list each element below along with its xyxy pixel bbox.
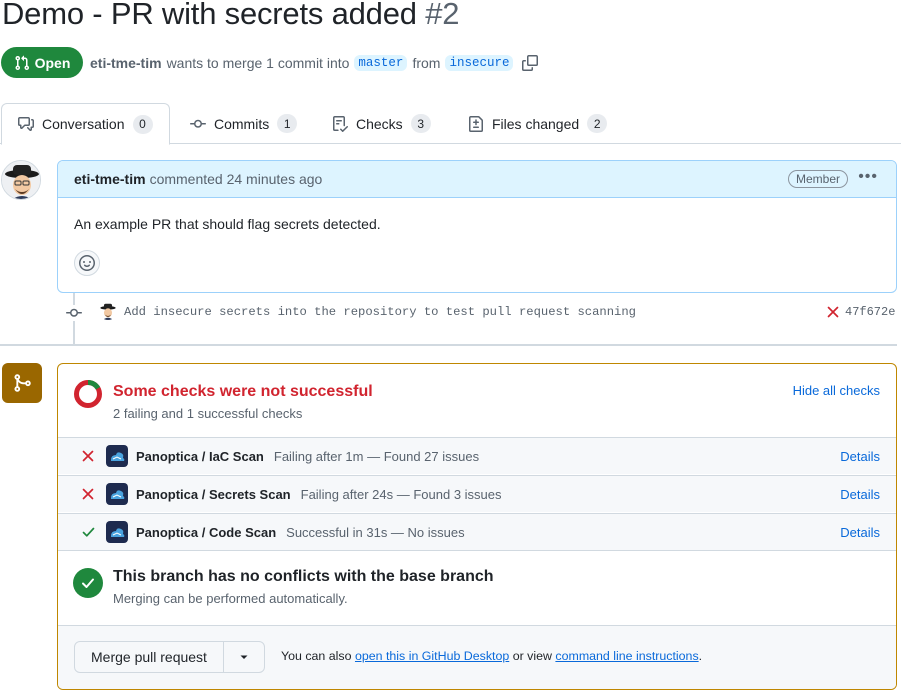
file-diff-icon — [469, 115, 483, 132]
commit-sha-link[interactable]: 47f672e — [845, 305, 895, 319]
comment-body: An example PR that should flag secrets d… — [74, 216, 381, 232]
smiley-icon — [79, 255, 95, 271]
check-description: Failing after 1m — Found 27 issues — [273, 448, 480, 464]
checks-summary: Some checks were not successful 2 failin… — [58, 364, 896, 437]
tab-files-changed-label: Files changed — [492, 115, 580, 132]
from-text: from — [412, 55, 441, 71]
checks-donut-icon — [74, 380, 102, 408]
panoptica-logo-icon — [106, 521, 128, 543]
pr-meta: eti-tme-tim wants to merge 1 commit into… — [90, 53, 539, 73]
comment-author-link[interactable]: eti-tme-tim — [74, 171, 146, 187]
pr-state-badge: Open — [1, 47, 83, 78]
merge-pull-request-button[interactable]: Merge pull request — [75, 642, 224, 672]
panoptica-logo-icon — [106, 445, 128, 467]
git-commit-icon — [66, 305, 82, 321]
triangle-down-icon — [240, 655, 248, 659]
check-row[interactable]: Panoptica / Secrets Scan Failing after 2… — [58, 475, 896, 512]
pr-tabs: Conversation 0 Commits 1 Checks 3 Files … — [0, 103, 901, 145]
copy-icon[interactable] — [522, 55, 539, 71]
check-details-link[interactable]: Details — [840, 525, 880, 540]
comment-discussion-icon — [18, 117, 34, 131]
commit-author-avatar[interactable] — [99, 302, 117, 320]
tab-conversation-label: Conversation — [42, 116, 125, 132]
merge-status-icon — [2, 363, 42, 403]
x-icon — [82, 488, 106, 500]
x-icon[interactable] — [827, 305, 839, 319]
check-row[interactable]: Panoptica / Code Scan Successful in 31s … — [58, 513, 896, 550]
timeline-divider — [0, 344, 897, 347]
tab-checks-count: 3 — [410, 114, 431, 133]
pr-merge-text: wants to merge 1 commit into — [166, 55, 350, 71]
tab-commits[interactable]: Commits 1 — [190, 103, 298, 144]
git-commit-icon — [190, 119, 206, 128]
merge-note-prefix: You can also — [281, 649, 352, 663]
tab-conversation-count: 0 — [132, 114, 153, 134]
merge-box: Some checks were not successful 2 failin… — [57, 363, 897, 690]
check-details-link[interactable]: Details — [840, 449, 880, 464]
pr-author-link[interactable]: eti-tme-tim — [90, 55, 162, 71]
merge-alt-note: You can also open this in GitHub Desktop… — [281, 649, 702, 663]
comment-timestamp[interactable]: commented 24 minutes ago — [150, 171, 323, 187]
check-name: Panoptica / Secrets Scan — [136, 486, 291, 502]
merge-note-or-view: or view — [512, 649, 552, 663]
tab-checks-label: Checks — [356, 115, 403, 132]
pr-title: Demo - PR with secrets added #2 — [2, 0, 460, 32]
pr-title-text: Demo - PR with secrets added — [2, 0, 417, 31]
hide-all-checks-link[interactable]: Hide all checks — [793, 383, 880, 398]
checks-subtitle: 2 failing and 1 successful checks — [113, 406, 303, 421]
user-avatar-icon — [2, 161, 40, 199]
x-icon — [82, 450, 106, 462]
add-reaction-button[interactable] — [74, 250, 100, 276]
tab-files-changed-count: 2 — [587, 114, 608, 133]
check-description: Failing after 24s — Found 3 issues — [300, 486, 502, 502]
check-name: Panoptica / IaC Scan — [136, 448, 264, 464]
conflicts-subtitle: Merging can be performed automatically. — [113, 591, 348, 606]
panoptica-logo-icon — [106, 483, 128, 505]
merge-note-period: . — [698, 649, 703, 663]
checklist-icon — [333, 115, 348, 132]
git-pull-request-icon — [15, 55, 29, 70]
user-avatar-icon — [99, 302, 117, 320]
head-branch[interactable]: insecure — [445, 55, 514, 71]
tab-commits-label: Commits — [214, 115, 270, 132]
check-row[interactable]: Panoptica / IaC Scan Failing after 1m — … — [58, 437, 896, 474]
merge-method-dropdown[interactable] — [224, 642, 264, 672]
merge-button-group: Merge pull request — [74, 641, 265, 673]
tab-commits-count: 1 — [277, 114, 298, 133]
check-details-link[interactable]: Details — [840, 487, 880, 502]
comment-header: eti-tme-tim commented 24 minutes ago Mem… — [58, 161, 896, 198]
merge-actions: Merge pull request You can also open thi… — [58, 625, 896, 689]
kebab-menu-icon[interactable]: ••• — [858, 168, 878, 186]
member-badge: Member — [787, 170, 848, 188]
tab-conversation[interactable]: Conversation 0 — [1, 103, 170, 145]
github-desktop-link[interactable]: open this in GitHub Desktop — [355, 649, 509, 663]
checks-title: Some checks were not successful — [113, 383, 373, 400]
conflicts-section: This branch has no conflicts with the ba… — [58, 550, 896, 625]
check-icon — [82, 526, 106, 538]
tab-checks[interactable]: Checks 3 — [332, 103, 431, 144]
pr-state-label: Open — [34, 54, 71, 71]
check-circle-icon — [73, 568, 103, 598]
check-name: Panoptica / Code Scan — [136, 524, 277, 540]
conflicts-title: This branch has no conflicts with the ba… — [113, 568, 494, 585]
base-branch[interactable]: master — [354, 55, 408, 71]
commit-message-link[interactable]: Add insecure secrets into the repository… — [124, 305, 636, 319]
avatar[interactable] — [1, 160, 41, 200]
git-merge-icon — [14, 374, 31, 392]
comment-card: eti-tme-tim commented 24 minutes ago Mem… — [57, 160, 897, 293]
check-description: Successful in 31s — No issues — [286, 524, 465, 540]
tab-files-changed[interactable]: Files changed 2 — [468, 103, 608, 144]
command-line-instructions-link[interactable]: command line instructions — [555, 649, 698, 663]
pr-number: #2 — [425, 0, 460, 31]
